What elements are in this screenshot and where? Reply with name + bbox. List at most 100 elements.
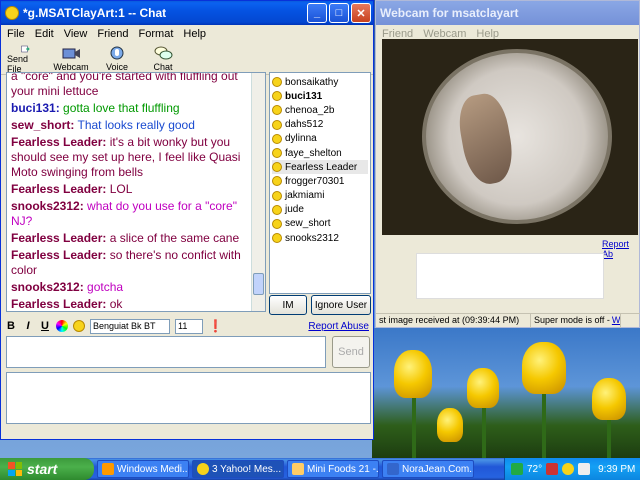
webcam-statusbar: st image received at (09:39:44 PM) Super…	[376, 313, 640, 328]
whats-this-link[interactable]: What's th	[612, 315, 620, 327]
messenger-tray-icon[interactable]	[562, 463, 575, 475]
underline-button[interactable]: U	[39, 320, 51, 332]
buddy-item[interactable]: bonsaikathy	[272, 75, 368, 89]
message-sender[interactable]: Fearless Leader:	[11, 135, 106, 149]
buddy-name: bonsaikathy	[285, 76, 339, 88]
minimize-button[interactable]: _	[307, 3, 327, 23]
chat-menubar: File Edit View Friend Format Help	[1, 25, 373, 43]
menu-edit[interactable]: Edit	[35, 28, 54, 40]
message-sender[interactable]: buci131:	[11, 101, 60, 115]
buddy-name: faye_shelton	[285, 147, 342, 159]
menu-file[interactable]: File	[7, 28, 25, 40]
webcam-button[interactable]: Webcam	[53, 43, 89, 74]
message-input[interactable]	[6, 336, 326, 368]
buddy-status-icon	[272, 190, 282, 201]
start-label: start	[27, 461, 58, 477]
message-text: LOL	[109, 182, 133, 196]
webcam-icon	[62, 48, 80, 59]
magnifier-lens	[422, 49, 612, 224]
buddy-status-icon	[272, 176, 282, 187]
chat-message: a "core" and you're started with fluffli…	[11, 73, 261, 99]
buddy-list[interactable]: bonsaikathy buci131 chenoa_2b dahs512 dylinn…	[269, 72, 371, 294]
buddy-item[interactable]: chenoa_2b	[272, 103, 368, 117]
font-name-select[interactable]: Benguiat Bk BT	[90, 318, 170, 334]
message-sender[interactable]: Fearless Leader:	[11, 297, 106, 311]
chat-message: snooks2312: what do you use for a "core"…	[11, 199, 261, 229]
send-button[interactable]: Send	[332, 336, 370, 368]
alert-icon[interactable]: ❗	[208, 319, 223, 333]
message-sender[interactable]: Fearless Leader:	[11, 231, 106, 245]
antivirus-icon[interactable]	[546, 463, 559, 475]
buddy-status-icon	[272, 91, 282, 102]
report-abuse-link[interactable]: Report Abuse	[308, 321, 369, 332]
menu-format[interactable]: Format	[139, 28, 174, 40]
task-label: Windows Medi...	[117, 463, 189, 475]
webcam-report-abuse-link[interactable]: Report Ab	[602, 239, 639, 259]
message-sender[interactable]: sew_short:	[11, 118, 74, 132]
yahoo-smiley-icon	[5, 6, 19, 20]
task-yahoo-messenger[interactable]: 3 Yahoo! Mes...	[192, 460, 284, 478]
buddy-item[interactable]: dahs512	[272, 118, 368, 132]
weather-temp[interactable]: 72°	[527, 464, 542, 475]
task-label: NoraJean.Com...	[402, 463, 474, 475]
message-scrollbar[interactable]	[251, 73, 265, 311]
chat-button[interactable]: Chat	[145, 43, 181, 74]
italic-button[interactable]: I	[22, 320, 34, 332]
font-size-select[interactable]: 11	[175, 318, 203, 334]
voice-button[interactable]: Voice	[99, 43, 135, 74]
task-norajean[interactable]: NoraJean.Com...	[382, 460, 474, 478]
buddy-item[interactable]: sew_short	[272, 217, 368, 231]
buddy-name: dahs512	[285, 119, 324, 131]
buddy-item[interactable]: snooks2312	[272, 231, 368, 245]
buddy-status-icon	[272, 105, 282, 116]
chat-titlebar[interactable]: *g.MSATClayArt:1 -- Chat _ □ ✕	[1, 1, 373, 25]
message-sender[interactable]: Fearless Leader:	[11, 248, 106, 262]
menu-friend[interactable]: Friend	[97, 28, 128, 40]
message-sender[interactable]: snooks2312:	[11, 199, 84, 213]
clock: 9:39 PM	[598, 463, 636, 475]
buddy-item[interactable]: buci131	[272, 89, 368, 103]
menu-view[interactable]: View	[64, 28, 88, 40]
chat-message: snooks2312: gotcha	[11, 280, 261, 295]
buddy-name: buci131	[285, 90, 323, 102]
buddy-status-icon	[272, 133, 282, 144]
buddy-item[interactable]: Fearless Leader	[272, 160, 368, 175]
emoticon-icon[interactable]	[73, 320, 85, 332]
network-icon[interactable]	[511, 463, 523, 475]
color-palette-icon[interactable]	[56, 320, 68, 332]
message-text: gotta love that fluffling	[63, 101, 180, 115]
message-sender[interactable]: snooks2312:	[11, 280, 84, 294]
chat-message: sew_short: That looks really good	[11, 118, 261, 133]
task-windows-media[interactable]: Windows Medi...	[97, 460, 189, 478]
message-history[interactable]: a "core" and you're started with fluffli…	[6, 72, 266, 312]
menu-help[interactable]: Help	[183, 28, 206, 40]
buddy-name: Fearless Leader	[285, 161, 358, 173]
font-size-value: 11	[178, 321, 188, 331]
format-toolbar: B I U Benguiat Bk BT 11 ❗ Report Abuse	[5, 317, 371, 335]
task-mini-foods[interactable]: Mini Foods 21 -...	[287, 460, 379, 478]
message-sender[interactable]: Fearless Leader:	[11, 182, 106, 196]
task-label: 3 Yahoo! Mes...	[212, 463, 282, 475]
im-button[interactable]: IM	[269, 295, 307, 315]
close-button[interactable]: ✕	[351, 3, 371, 23]
webcam-video-feed	[382, 39, 638, 235]
chat-message: Fearless Leader: so there's no confict w…	[11, 248, 261, 278]
bold-button[interactable]: B	[5, 320, 17, 332]
chat-label: Chat	[153, 62, 173, 72]
start-button[interactable]: start	[0, 458, 94, 480]
buddy-name: frogger70301	[285, 175, 345, 187]
buddy-item[interactable]: jude	[272, 203, 368, 217]
maximize-button[interactable]: □	[329, 3, 349, 23]
volume-icon[interactable]	[578, 463, 591, 475]
buddy-item[interactable]: frogger70301	[272, 174, 368, 188]
webcam-titlebar[interactable]: Webcam for msatclayart	[376, 1, 639, 25]
webcam-info-box	[416, 253, 604, 299]
buddy-item[interactable]: jakmiami	[272, 189, 368, 203]
taskbar: start Windows Medi... 3 Yahoo! Mes... Mi…	[0, 458, 640, 480]
message-text: gotcha	[87, 280, 124, 294]
super-mode-status: Super mode is off - What's th	[531, 314, 621, 328]
send-file-button[interactable]: Send File	[7, 43, 43, 74]
ignore-user-button[interactable]: Ignore User	[311, 295, 371, 315]
buddy-item[interactable]: dylinna	[272, 132, 368, 146]
buddy-item[interactable]: faye_shelton	[272, 146, 368, 160]
